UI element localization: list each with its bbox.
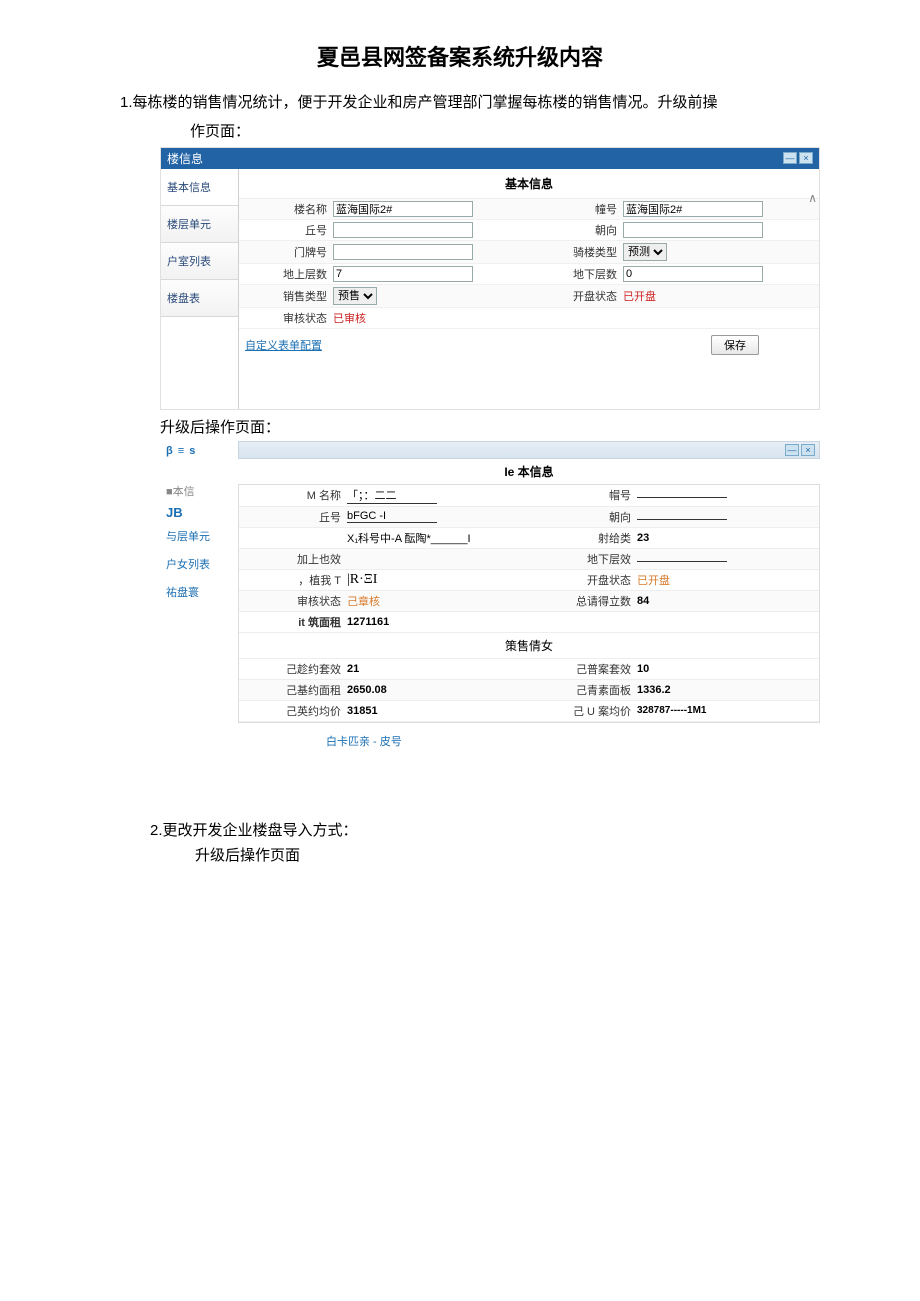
before-window-title: 楼信息 [167,150,783,167]
label-floors-below: 地下层数 [533,266,623,282]
filed-area-value: 1336.2 [637,684,815,696]
after-sidebar-line1: ■本信 [160,479,238,503]
after-label-lot: 丘号 [243,509,347,525]
save-button[interactable]: 保存 [711,335,759,355]
custom-form-config-link[interactable]: 自定义表单配置 [239,329,328,361]
before-section-title: 基本信息 [239,169,819,199]
minimize-icon[interactable]: — [783,152,797,164]
after-value-area: 1271161 [347,616,815,628]
filed-units-value: 10 [637,663,815,675]
after-label-review: 审核状态 [243,593,347,609]
after-window-controls: — × [238,441,820,459]
after-label-orient: 朝向 [533,509,637,525]
paragraph-1b: 作页面： [0,120,920,147]
after-value-no [637,497,727,498]
sold-area-value: 2650.08 [347,684,525,696]
label-building-name: 楼名称 [243,201,333,217]
after-value-lot: bFGC -I [347,510,437,523]
sold-area-label: 己基约面租 [243,682,347,698]
sold-units-value: 21 [347,663,525,675]
section-2-heading: 2.更改开发企业楼盘导入方式： [0,749,920,840]
section-2-sub: 升级后操作页面 [0,840,920,865]
minimize-icon[interactable]: — [785,444,799,456]
after-value-review: 己章核 [347,593,525,609]
after-sidebar: β ≡ s ■本信 JB 与层单元 户女列表 祐盘寰 [160,441,238,749]
after-footer-link[interactable]: 白卡匹亲 - 皮号 [238,723,820,749]
after-sidebar-link-2[interactable]: 祐盘寰 [160,578,238,606]
label-review-status: 审核状态 [243,310,333,326]
sidebar-item-basic[interactable]: 基本信息 [161,169,238,206]
after-value-below [637,561,727,562]
close-icon[interactable]: × [801,444,815,456]
after-value-open: 已开盘 [637,572,815,588]
select-arcade-type[interactable]: 预测 [623,243,667,261]
after-label-name: M 名称 [243,487,347,503]
window-controls: — × [783,152,813,164]
scroll-up-icon[interactable]: ∧ [808,191,817,205]
after-header-left: β ≡ s [160,441,238,461]
caption-after: 升级后操作页面： [0,410,920,441]
input-door-no[interactable] [333,244,473,260]
select-sale-type[interactable]: 预售 [333,287,377,305]
sidebar-item-floor-unit[interactable]: 楼层单元 [161,206,238,243]
after-value-x1: X₁科号中-A 酝陶*______I [347,530,525,546]
close-icon[interactable]: × [799,152,813,164]
filed-price-label: 己 U 案均价 [533,703,637,719]
after-value-emit: 23 [637,532,815,544]
value-open-status: 已开盘 [623,288,815,304]
after-form: M 名称「；：二二 帽号 丘号bFGC -I 朝向 X₁科号中-A 酝陶*___… [238,484,820,723]
sold-price-label: 己英约均价 [243,703,347,719]
after-value-total: 84 [637,595,815,607]
document-title: 夏邑县网签备案系统升级内容 [0,0,920,82]
input-floors-below[interactable] [623,266,763,282]
after-sidebar-bold: JB [160,503,238,522]
value-review-status: 已审核 [333,310,525,326]
before-form: 楼名称 幢号 丘号 朝向 门牌号 骑楼类型预测 地上层数 地下层数 销售类型预售… [239,199,819,329]
input-building-no[interactable] [623,201,763,217]
label-door-no: 门牌号 [243,244,333,260]
sidebar-item-room-list[interactable]: 户室列表 [161,243,238,280]
screenshot-before: 楼信息 — × 基本信息 楼层单元 户室列表 楼盘表 ∧ 基本信息 楼名称 幢号… [160,147,820,410]
filed-price-value: 328787-----1M1 [637,705,815,716]
before-window-titlebar: 楼信息 — × [161,148,819,169]
paragraph-1: 1.每栋楼的销售情况统计，便于开发企业和房产管理部门掌握每栋楼的销售情况。升级前… [0,82,920,120]
after-sidebar-link-0[interactable]: 与层单元 [160,522,238,550]
after-label-below: 地下层效 [533,551,637,567]
after-main: — × Ie 本信息 M 名称「；：二二 帽号 丘号bFGC -I 朝向 X₁科… [238,441,820,749]
after-sidebar-link-1[interactable]: 户女列表 [160,550,238,578]
filed-area-label: 己青素面板 [533,682,637,698]
after-label-plant: ，植我 T [243,572,347,588]
sales-section-title: 策售倩女 [239,633,819,659]
input-orientation[interactable] [623,222,763,238]
input-lot-no[interactable] [333,222,473,238]
after-label-area: it 筑面租 [243,614,347,630]
after-value-plant: |R·ΞI [347,572,525,588]
after-value-orient [637,519,727,520]
label-orientation: 朝向 [533,222,623,238]
label-sale-type: 销售类型 [243,288,333,304]
input-building-name[interactable] [333,201,473,217]
after-section-title: Ie 本信息 [238,459,820,484]
sold-units-label: 己趁约套效 [243,661,347,677]
label-arcade-type: 骑楼类型 [533,244,623,260]
input-floors-above[interactable] [333,266,473,282]
after-label-total: 总请得立数 [533,593,637,609]
after-label-no: 帽号 [533,487,637,503]
screenshot-after: β ≡ s ■本信 JB 与层单元 户女列表 祐盘寰 — × Ie 本信息 M … [160,441,820,749]
label-open-status: 开盘状态 [533,288,623,304]
label-building-no: 幢号 [533,201,623,217]
after-value-name: 「；：二二 [347,487,437,504]
sidebar-item-building-table[interactable]: 楼盘表 [161,280,238,317]
filed-units-label: 己普案套效 [533,661,637,677]
sold-price-value: 31851 [347,705,525,717]
label-floors-above: 地上层数 [243,266,333,282]
after-label-emit: 射给类 [533,530,637,546]
after-label-open: 开盘状态 [533,572,637,588]
before-main: ∧ 基本信息 楼名称 幢号 丘号 朝向 门牌号 骑楼类型预测 地上层数 地下层数… [239,169,819,409]
before-sidebar: 基本信息 楼层单元 户室列表 楼盘表 [161,169,239,409]
label-lot-no: 丘号 [243,222,333,238]
after-label-above: 加上也效 [243,551,347,567]
